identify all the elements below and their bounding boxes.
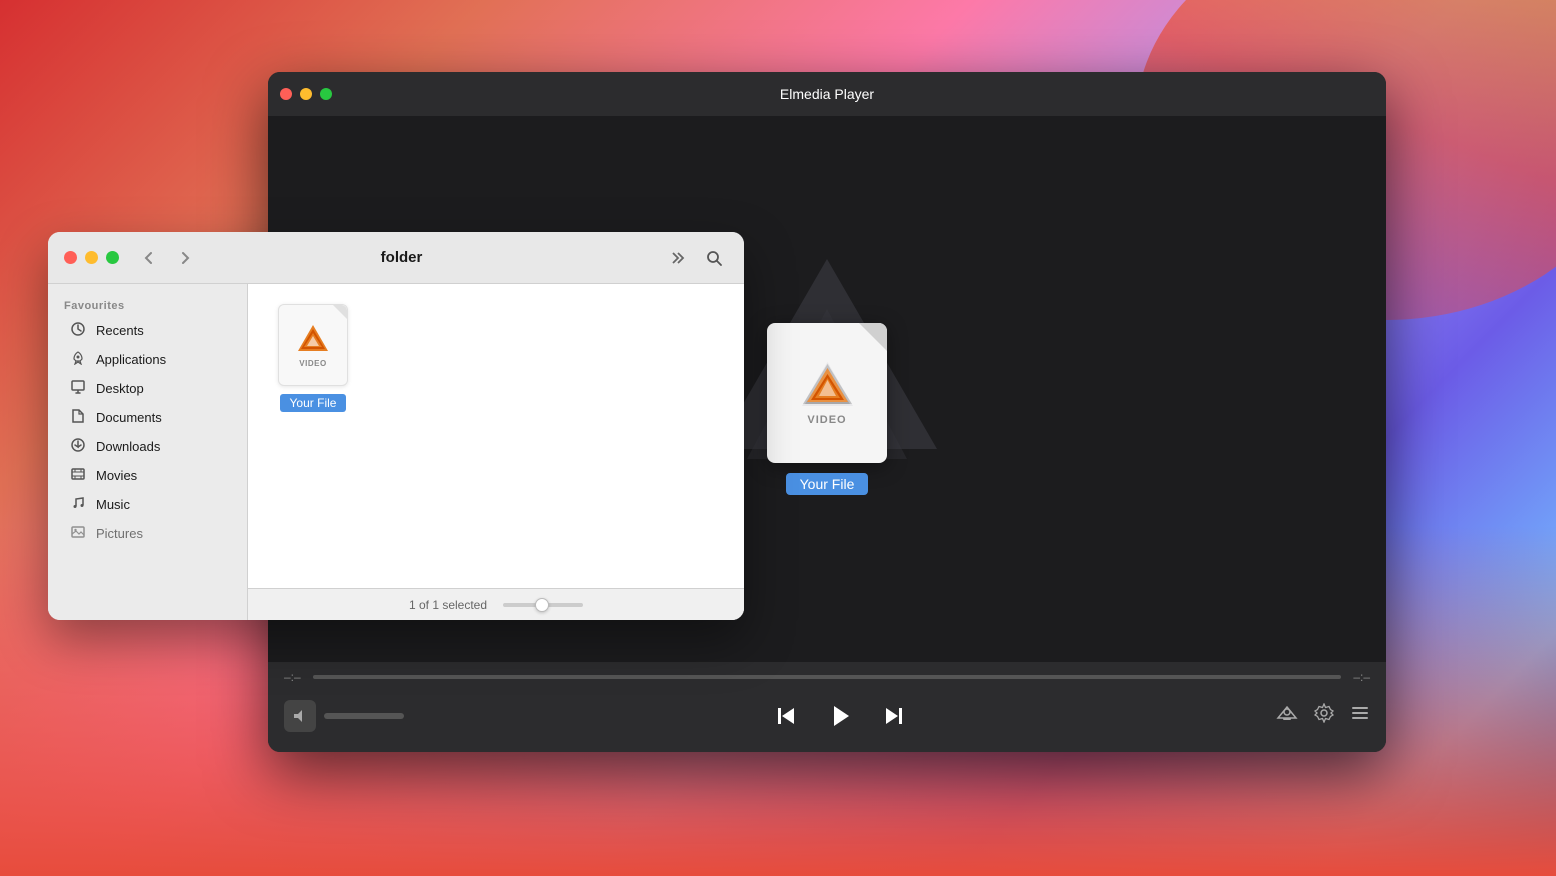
sidebar-item-desktop-label: Desktop [96, 381, 144, 396]
finder-titlebar: folder [48, 232, 744, 284]
rocket-icon [71, 351, 85, 365]
icon-size-slider[interactable] [503, 603, 583, 607]
finder-content: VIDEO Your File 1 of 1 selected [248, 284, 744, 620]
finder-folder-name: folder [207, 249, 596, 266]
progress-bar-row: –:– –:– [284, 670, 1370, 684]
film-icon [71, 467, 85, 481]
file-item[interactable]: VIDEO Your File [268, 304, 358, 412]
chevron-right-icon [178, 251, 192, 265]
player-controls: –:– –:– [268, 662, 1386, 752]
note-icon [71, 496, 85, 510]
finder-view-more-button[interactable] [664, 244, 692, 272]
pictures-icon [70, 525, 86, 542]
volume-section [284, 700, 404, 732]
finder-body: Favourites Recents [48, 284, 744, 620]
settings-icon [1314, 703, 1334, 723]
previous-button[interactable] [776, 705, 798, 727]
volume-icon [293, 709, 307, 723]
monitor-icon [71, 380, 85, 394]
finder-files: VIDEO Your File [248, 284, 744, 588]
status-text: 1 of 1 selected [409, 598, 487, 612]
player-traffic-lights [280, 88, 332, 100]
sidebar-item-pictures[interactable]: Pictures [54, 519, 241, 548]
sidebar-item-music-label: Music [96, 497, 130, 512]
sidebar-item-downloads-label: Downloads [96, 439, 160, 454]
double-chevron-icon [670, 251, 686, 265]
recents-icon [70, 322, 86, 339]
finder-window: folder Favourites [48, 232, 744, 620]
settings-button[interactable] [1314, 703, 1334, 729]
search-icon [706, 250, 722, 266]
player-titlebar: Elmedia Player [268, 72, 1386, 116]
sidebar-item-movies-label: Movies [96, 468, 137, 483]
next-button[interactable] [882, 705, 904, 727]
download-icon [71, 438, 85, 452]
photo-icon [71, 525, 85, 539]
finder-statusbar: 1 of 1 selected [248, 588, 744, 620]
sidebar-item-recents-label: Recents [96, 323, 144, 338]
volume-slider[interactable] [324, 713, 404, 719]
control-buttons-row [284, 694, 1370, 738]
play-button[interactable] [818, 694, 862, 738]
playlist-button[interactable] [1350, 703, 1370, 729]
player-file-name: Your File [786, 473, 869, 495]
sidebar-item-applications-label: Applications [96, 352, 166, 367]
playlist-icon [1350, 703, 1370, 723]
playback-controls [776, 694, 904, 738]
finder-forward-button[interactable] [171, 244, 199, 272]
player-title: Elmedia Player [780, 86, 874, 102]
airplay-button[interactable] [1276, 702, 1298, 730]
sidebar-item-recents[interactable]: Recents [54, 316, 241, 345]
player-maximize-button[interactable] [320, 88, 332, 100]
finder-sidebar: Favourites Recents [48, 284, 248, 620]
finder-close-button[interactable] [64, 251, 77, 264]
sidebar-item-movies[interactable]: Movies [54, 461, 241, 490]
progress-track[interactable] [313, 675, 1342, 679]
next-icon [882, 705, 904, 727]
player-video-label: VIDEO [807, 414, 846, 426]
player-minimize-button[interactable] [300, 88, 312, 100]
sidebar-item-documents[interactable]: Documents [54, 403, 241, 432]
finder-back-button[interactable] [135, 244, 163, 272]
file-name-label: Your File [280, 394, 347, 412]
play-icon [827, 703, 853, 729]
elmedia-logo-small [295, 323, 331, 355]
slider-thumb [535, 598, 549, 612]
slider-track [503, 603, 583, 607]
finder-minimize-button[interactable] [85, 251, 98, 264]
clock-icon [71, 322, 85, 336]
player-close-button[interactable] [280, 88, 292, 100]
file-doc-icon: VIDEO [278, 304, 348, 386]
volume-button[interactable] [284, 700, 316, 732]
chevron-left-icon [142, 251, 156, 265]
movies-icon [70, 467, 86, 484]
file-video-label: VIDEO [299, 359, 326, 368]
finder-toolbar-right [664, 244, 728, 272]
sidebar-item-pictures-label: Pictures [96, 526, 143, 541]
documents-icon [70, 409, 86, 426]
sidebar-item-applications[interactable]: Applications [54, 345, 241, 374]
sidebar-section-label: Favourites [48, 296, 247, 316]
right-controls [1276, 702, 1370, 730]
sidebar-item-music[interactable]: Music [54, 490, 241, 519]
sidebar-item-desktop[interactable]: Desktop [54, 374, 241, 403]
time-start: –:– [284, 670, 301, 684]
finder-search-button[interactable] [700, 244, 728, 272]
elmedia-logo-large [800, 360, 855, 410]
finder-maximize-button[interactable] [106, 251, 119, 264]
sidebar-item-downloads[interactable]: Downloads [54, 432, 241, 461]
sidebar-item-documents-label: Documents [96, 410, 162, 425]
player-doc-icon: VIDEO [767, 323, 887, 463]
downloads-icon [70, 438, 86, 455]
previous-icon [776, 705, 798, 727]
finder-traffic-lights [64, 251, 119, 264]
music-icon [70, 496, 86, 513]
time-end: –:– [1353, 670, 1370, 684]
document-icon [71, 409, 85, 423]
applications-icon [70, 351, 86, 368]
airplay-icon [1276, 702, 1298, 724]
desktop-icon [70, 380, 86, 397]
